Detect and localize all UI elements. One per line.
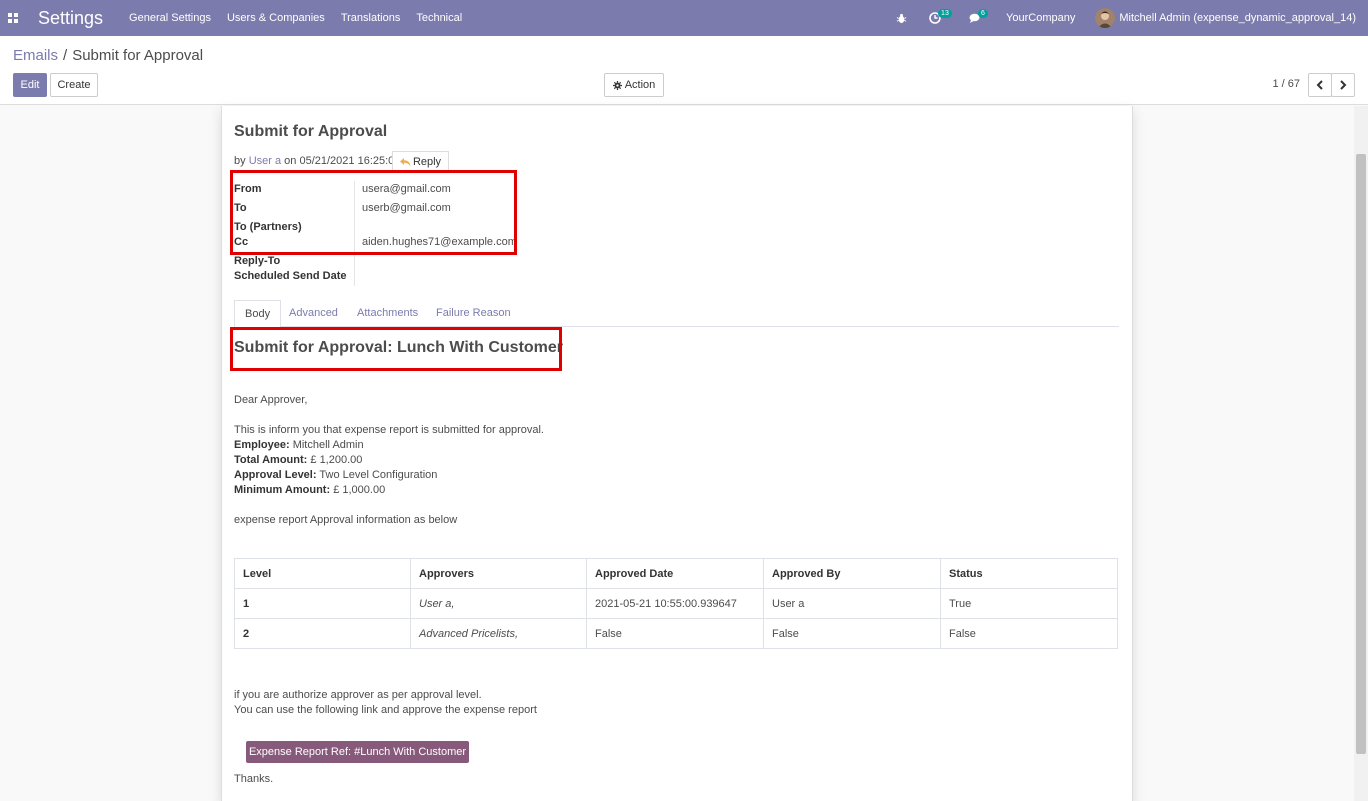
info-text: expense report Approval information as b…	[234, 514, 458, 526]
reply-label: Reply	[412, 156, 442, 168]
company-switcher[interactable]: YourCompany	[990, 12, 1095, 24]
pager-previous-button[interactable]	[1308, 73, 1332, 97]
on-label: on	[284, 155, 297, 167]
table-row: 1 User a, 2021-05-21 10:55:00.939647 Use…	[234, 588, 1118, 619]
table-cell: 2	[234, 618, 411, 649]
create-button[interactable]: Create	[50, 73, 98, 97]
tab-advanced[interactable]: Advanced	[279, 300, 348, 327]
edit-button[interactable]: Edit	[13, 73, 47, 97]
footer-line-1: if you are authorize approver as per app…	[234, 689, 482, 701]
table-cell: False	[763, 618, 941, 649]
employee-line: Employee: Mitchell Admin	[234, 439, 364, 451]
user-menu[interactable]: Mitchell Admin (expense_dynamic_approval…	[1095, 8, 1368, 28]
activity-icon[interactable]: 13	[921, 0, 952, 36]
scheduled-send-date-label: Scheduled Send Date	[234, 270, 347, 282]
menu-technical[interactable]: Technical	[408, 0, 470, 36]
footer-line-2: You can use the following link and appro…	[234, 704, 537, 716]
message-count-badge: 6	[978, 9, 988, 18]
chevron-right-icon	[1340, 80, 1347, 90]
message-datetime: 05/21/2021 16:25:00	[299, 155, 401, 167]
total-amount-line: Total Amount: £ 1,200.00	[234, 454, 362, 466]
highlight-box-recipients	[230, 170, 517, 255]
tab-failure-reason[interactable]: Failure Reason	[426, 300, 521, 327]
tab-attachments[interactable]: Attachments	[347, 300, 428, 327]
table-header: Approved Date	[586, 558, 764, 589]
gear-icon	[612, 80, 622, 90]
user-name: Mitchell Admin (expense_dynamic_approval…	[1119, 12, 1356, 24]
table-cell: 1	[234, 588, 411, 619]
notebook-tabs: Body Advanced Attachments Failure Reason	[234, 300, 1119, 328]
author-link[interactable]: User a	[249, 155, 281, 167]
chevron-left-icon	[1316, 80, 1323, 90]
control-panel: Emails / Submit for Approval Edit Create A…	[0, 36, 1368, 105]
breadcrumb-separator: /	[63, 47, 68, 64]
table-header: Level	[234, 558, 411, 589]
intro-text: This is inform you that expense report i…	[234, 424, 544, 436]
menu-general-settings[interactable]: General Settings	[121, 0, 219, 36]
table-cell: False	[586, 618, 764, 649]
by-label: by	[234, 155, 246, 167]
highlight-box-body-title	[230, 327, 562, 371]
table-header-row: Level Approvers Approved Date Approved B…	[234, 558, 1118, 589]
table-cell: 2021-05-21 10:55:00.939647	[586, 588, 764, 619]
table-header: Approved By	[763, 558, 941, 589]
page-scrollbar[interactable]	[1354, 106, 1368, 801]
employee-label: Employee:	[234, 439, 290, 451]
messages-icon[interactable]: 6	[961, 0, 990, 36]
pager-next-button[interactable]	[1331, 73, 1355, 97]
table-cell: Advanced Pricelists,	[410, 618, 587, 649]
minimum-amount-label: Minimum Amount:	[234, 484, 331, 496]
menu-users-companies[interactable]: Users & Companies	[219, 0, 333, 36]
table-header: Approvers	[410, 558, 587, 589]
table-cell: User a,	[410, 588, 587, 619]
greeting-text: Dear Approver,	[234, 394, 308, 406]
thanks-text: Thanks.	[234, 773, 274, 785]
app-title[interactable]: Settings	[38, 8, 103, 29]
breadcrumb: Emails / Submit for Approval	[13, 47, 203, 64]
action-label: Action	[624, 79, 656, 91]
minimum-amount-value: £ 1,000.00	[333, 484, 386, 496]
action-button[interactable]: Action	[604, 73, 664, 97]
message-subject: Submit for Approval	[234, 123, 388, 140]
activity-count-badge: 13	[938, 9, 952, 18]
employee-value: Mitchell Admin	[292, 439, 364, 451]
table-cell: True	[940, 588, 1118, 619]
scrollbar-thumb[interactable]	[1356, 154, 1366, 754]
pager-value[interactable]: 1 / 67	[1272, 78, 1300, 90]
apps-menu-icon[interactable]	[0, 0, 26, 36]
top-navbar: Settings General Settings Users & Compan…	[0, 0, 1368, 36]
table-header: Status	[940, 558, 1118, 589]
breadcrumb-emails-link[interactable]: Emails	[13, 47, 58, 64]
approval-table: Level Approvers Approved Date Approved B…	[234, 558, 1118, 649]
debug-icon[interactable]	[888, 0, 915, 36]
mail-form-sheet: Submit for Approval by User a on 05/21/2…	[221, 106, 1133, 801]
menu-translations[interactable]: Translations	[333, 0, 409, 36]
table-cell: User a	[763, 588, 941, 619]
total-amount-value: £ 1,200.00	[310, 454, 363, 466]
approval-level-value: Two Level Configuration	[319, 469, 438, 481]
table-row: 2 Advanced Pricelists, False False False	[234, 618, 1118, 649]
breadcrumb-current: Submit for Approval	[72, 47, 204, 64]
user-avatar-icon	[1095, 8, 1116, 28]
reply-icon	[399, 157, 411, 166]
total-amount-label: Total Amount:	[234, 454, 308, 466]
message-byline: by User a on 05/21/2021 16:25:00	[234, 155, 400, 167]
reply-to-label: Reply-To	[234, 255, 281, 267]
approval-level-label: Approval Level:	[234, 469, 317, 481]
expense-report-ref-button[interactable]: Expense Report Ref: #Lunch With Customer	[246, 741, 469, 763]
approval-level-line: Approval Level: Two Level Configuration	[234, 469, 437, 481]
tab-body[interactable]: Body	[234, 300, 282, 328]
minimum-amount-line: Minimum Amount: £ 1,000.00	[234, 484, 385, 496]
table-cell: False	[940, 618, 1118, 649]
